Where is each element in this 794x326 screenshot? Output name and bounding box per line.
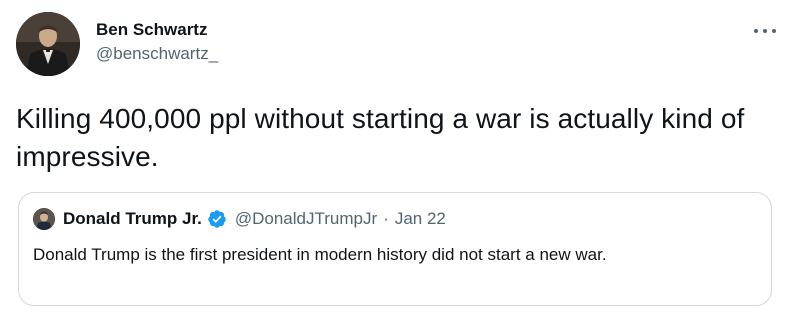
author-handle[interactable]: @benschwartz_ bbox=[96, 44, 218, 64]
author-name[interactable]: Ben Schwartz bbox=[96, 20, 218, 40]
quoted-tweet-header: Donald Trump Jr. @DonaldJTrumpJr · Jan 2… bbox=[33, 207, 446, 231]
tweet-text: Killing 400,000 ppl without starting a w… bbox=[16, 103, 745, 172]
dot bbox=[772, 29, 776, 33]
verified-badge-icon bbox=[207, 209, 227, 229]
author-block: Ben Schwartz @benschwartz_ bbox=[96, 20, 218, 64]
tweet-card: Ben Schwartz @benschwartz_ Killing 400,0… bbox=[0, 0, 794, 326]
quoted-author-name[interactable]: Donald Trump Jr. bbox=[63, 209, 202, 229]
dot bbox=[754, 29, 758, 33]
dot-separator: · bbox=[383, 209, 389, 228]
more-dots-icon[interactable] bbox=[754, 24, 776, 38]
author-avatar[interactable] bbox=[16, 12, 80, 76]
avatar-image bbox=[16, 12, 80, 76]
quoted-author-avatar[interactable] bbox=[33, 208, 55, 230]
quoted-tweet-text: Donald Trump is the first president in m… bbox=[33, 245, 607, 264]
quoted-avatar-image bbox=[33, 208, 55, 230]
dot bbox=[763, 29, 767, 33]
quoted-tweet[interactable]: Donald Trump Jr. @DonaldJTrumpJr · Jan 2… bbox=[18, 192, 772, 306]
quoted-author-handle[interactable]: @DonaldJTrumpJr bbox=[235, 209, 377, 229]
quoted-tweet-date[interactable]: Jan 22 bbox=[395, 209, 446, 229]
